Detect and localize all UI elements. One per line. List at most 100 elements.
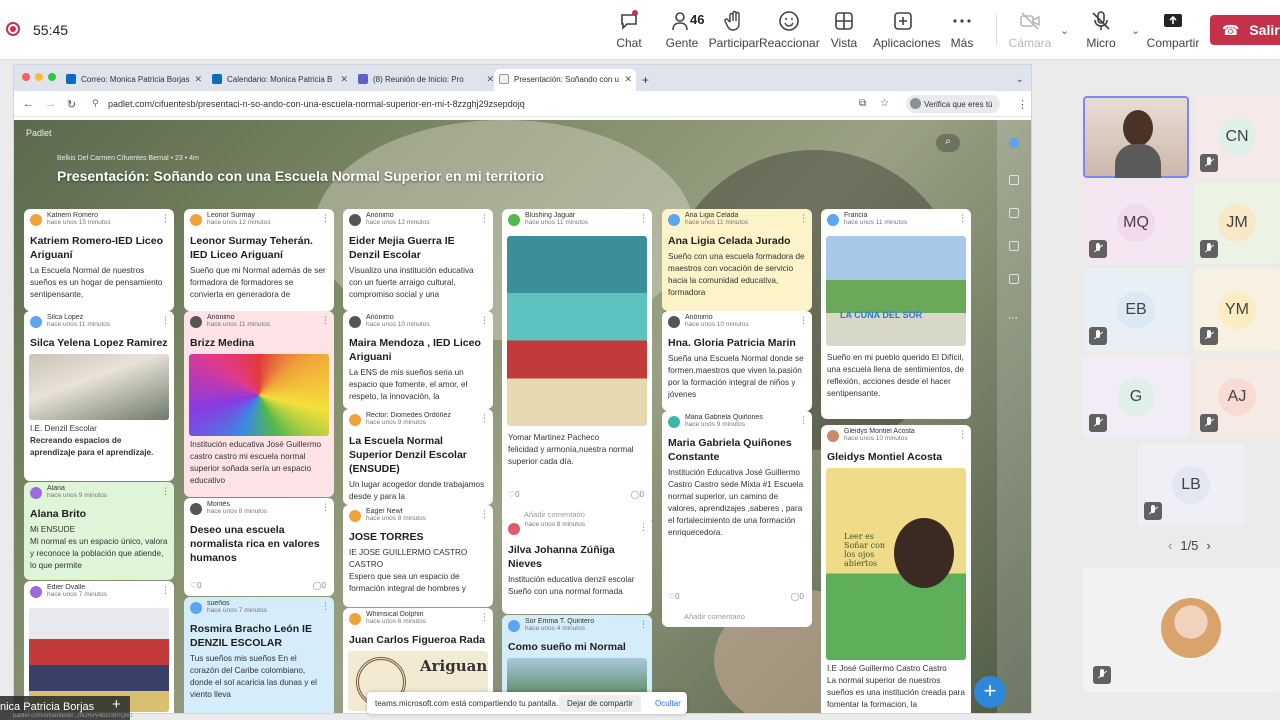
minimize-window-dot[interactable] — [35, 73, 43, 81]
post-menu-icon[interactable]: ⋮ — [799, 315, 808, 326]
previous-page-chevron-icon[interactable]: ‹ — [1168, 538, 1172, 553]
stop-sharing-button[interactable]: Dejar de compartir — [559, 695, 641, 712]
participant-tile-eb[interactable]: EB — [1083, 269, 1189, 351]
post-menu-icon[interactable]: ⋮ — [958, 429, 967, 440]
post-image[interactable]: LA CUNA DEL SOR — [826, 236, 966, 346]
post-image[interactable] — [189, 354, 329, 436]
participant-tile-g[interactable]: G — [1083, 356, 1189, 438]
post-menu-icon[interactable]: ⋮ — [480, 213, 489, 224]
post-card[interactable]: Anónimo hace unos 12 minutos ⋮ Eider Mejia… — [343, 209, 493, 311]
post-menu-icon[interactable]: ⋮ — [321, 315, 330, 326]
like-icon[interactable]: ♡0 — [190, 581, 202, 590]
post-menu-icon[interactable]: ⋮ — [639, 522, 648, 533]
post-menu-icon[interactable]: ⋮ — [639, 213, 648, 224]
people-button[interactable]: 46 Gente — [652, 10, 712, 50]
install-app-icon[interactable]: ⧉ — [859, 98, 866, 109]
post-menu-icon[interactable]: ⋮ — [161, 486, 170, 497]
new-tab-icon[interactable]: + — [638, 67, 649, 89]
post-card[interactable]: Blushing Jaguar hace unos 11 minutos ⋮ Yom… — [502, 209, 652, 525]
post-menu-icon[interactable]: ⋮ — [161, 315, 170, 326]
url-field[interactable]: ⚲ padlet.com/cifuentesb/presentaci-n-so-… — [90, 95, 975, 113]
post-card[interactable]: Anónimo hace unos 10 minutos ⋮ Hna. Gloria… — [662, 311, 812, 411]
camera-button[interactable]: Cámara — [1000, 10, 1060, 50]
share-board-icon[interactable] — [1009, 175, 1019, 185]
close-tab-icon[interactable]: ✕ — [486, 74, 494, 85]
participant-tile-aj[interactable]: AJ — [1194, 356, 1280, 438]
site-info-icon[interactable]: ⚲ — [92, 98, 99, 109]
close-tab-icon[interactable]: ✕ — [194, 74, 202, 85]
post-menu-icon[interactable]: ⋮ — [958, 213, 967, 224]
post-menu-icon[interactable]: ⋮ — [639, 619, 648, 630]
participant-tile-mq[interactable]: MQ — [1083, 182, 1189, 264]
post-card[interactable]: Ana Ligia Celada hace unos 11 minutos ⋮ An… — [662, 209, 812, 311]
post-menu-icon[interactable]: ⋮ — [480, 612, 489, 623]
chat-button[interactable]: Chat — [599, 10, 659, 50]
close-window-dot[interactable] — [22, 73, 30, 81]
padlet-logo[interactable]: Padlet — [26, 128, 52, 138]
post-menu-icon[interactable]: ⋮ — [321, 601, 330, 612]
post-menu-icon[interactable]: ⋮ — [799, 213, 808, 224]
post-card[interactable]: Francia hace unos 11 minutos ⋮ LA CUNA DEL… — [821, 209, 971, 419]
more-button[interactable]: Más — [932, 10, 992, 50]
participant-tile-cn[interactable]: CN — [1194, 96, 1280, 178]
comment-icon[interactable]: ◯0 — [313, 581, 326, 590]
post-card[interactable]: Anónimo hace unos 10 minutos ⋮ Maira Mendo… — [343, 311, 493, 409]
like-icon[interactable]: ♡0 — [508, 490, 520, 499]
participant-tile-jm[interactable]: JM — [1194, 182, 1280, 264]
post-menu-icon[interactable]: ⋮ — [161, 585, 170, 596]
reload-icon[interactable]: ↻ — [67, 98, 76, 111]
post-image[interactable] — [507, 236, 647, 426]
post-card[interactable]: Silca Lopez hace unos 11 minutos ⋮ Silca Y… — [24, 311, 174, 481]
share-button[interactable]: Compartir — [1143, 10, 1203, 50]
hide-notice-link[interactable]: Ocultar — [655, 699, 681, 708]
post-menu-icon[interactable]: ⋮ — [799, 415, 808, 426]
like-icon[interactable]: ♡0 — [668, 592, 680, 601]
post-card[interactable]: Eager Newt hace unos 8 minutos ⋮ JOSE TORR… — [343, 505, 493, 607]
notifications-icon[interactable] — [1009, 241, 1019, 251]
verify-profile-button[interactable]: Verifica que eres tú — [906, 95, 1001, 113]
add-icon[interactable]: + — [112, 696, 121, 713]
post-card[interactable]: Edier Ovalle hace unos 7 minutos ⋮ — [24, 581, 174, 713]
mic-options-chevron-icon[interactable]: ⌄ — [1131, 24, 1140, 37]
comment-icon[interactable]: ◯0 — [631, 490, 644, 499]
post-menu-icon[interactable]: ⋮ — [480, 509, 489, 520]
self-camera-tile[interactable] — [1083, 568, 1280, 692]
padlet-app-icon[interactable] — [1009, 138, 1019, 148]
board-search-icon[interactable]: ⌕ — [936, 134, 960, 152]
back-icon[interactable]: ← — [23, 98, 34, 110]
post-image[interactable] — [29, 354, 169, 420]
tab-padlet-presentation[interactable]: Presentación: Soñando con u ✕ — [494, 69, 636, 91]
raise-hand-button[interactable]: Participar — [704, 10, 764, 50]
tab-search-chevron-icon[interactable]: ⌄ — [1014, 68, 1024, 90]
post-menu-icon[interactable]: ⋮ — [161, 213, 170, 224]
post-menu-icon[interactable]: ⋮ — [480, 413, 489, 424]
post-menu-icon[interactable]: ⋮ — [321, 213, 330, 224]
participant-tile-ym[interactable]: YM — [1194, 269, 1280, 351]
forward-icon[interactable]: → — [45, 98, 56, 110]
post-card[interactable]: Montés hace unos 8 minutos ⋮ Deseo una esc… — [184, 498, 334, 596]
remake-icon[interactable] — [1009, 208, 1019, 218]
close-tab-icon[interactable]: ✕ — [340, 74, 348, 85]
settings-icon[interactable] — [1009, 274, 1019, 284]
post-card[interactable]: sueños hace unos 7 minutos ⋮ Rosmira Brach… — [184, 597, 334, 713]
post-card[interactable]: Katriem Romero hace unos 15 minutos ⋮ Katr… — [24, 209, 174, 311]
react-button[interactable]: Reaccionar — [759, 10, 820, 50]
post-card[interactable]: Anónimo hace unos 11 minutos ⋮ Brizz Medin… — [184, 311, 334, 497]
post-menu-icon[interactable]: ⋮ — [321, 502, 330, 513]
post-card[interactable]: Maria Gabriela Quiñones hace unos 9 minut… — [662, 411, 812, 627]
close-tab-icon[interactable]: ✕ — [624, 74, 632, 85]
tab-calendar[interactable]: Calendario: Monica Patricia B ✕ — [207, 69, 352, 91]
participant-tile-lb[interactable]: LB — [1138, 444, 1244, 526]
comment-icon[interactable]: ◯0 — [791, 592, 804, 601]
maximize-window-dot[interactable] — [48, 73, 56, 81]
post-card[interactable]: Alana hace unos 9 minutos ⋮ Alana Brito Mi… — [24, 482, 174, 580]
view-button[interactable]: Vista — [814, 10, 874, 50]
post-card[interactable]: Rector: Diomedes Ordóñez hace unos 9 minu… — [343, 409, 493, 505]
post-image[interactable]: Leer es Soñar con los ojos abiertos — [826, 468, 966, 660]
next-page-chevron-icon[interactable]: › — [1206, 538, 1210, 553]
post-card[interactable]: Gleidys Montiel Acosta hace unos 10 minut… — [821, 425, 971, 713]
mic-button[interactable]: Micro — [1071, 10, 1131, 50]
leave-button[interactable]: ☎ Salir — [1210, 15, 1280, 45]
apps-button[interactable]: Aplicaciones — [873, 10, 940, 50]
add-post-button[interactable]: + — [974, 676, 1006, 708]
